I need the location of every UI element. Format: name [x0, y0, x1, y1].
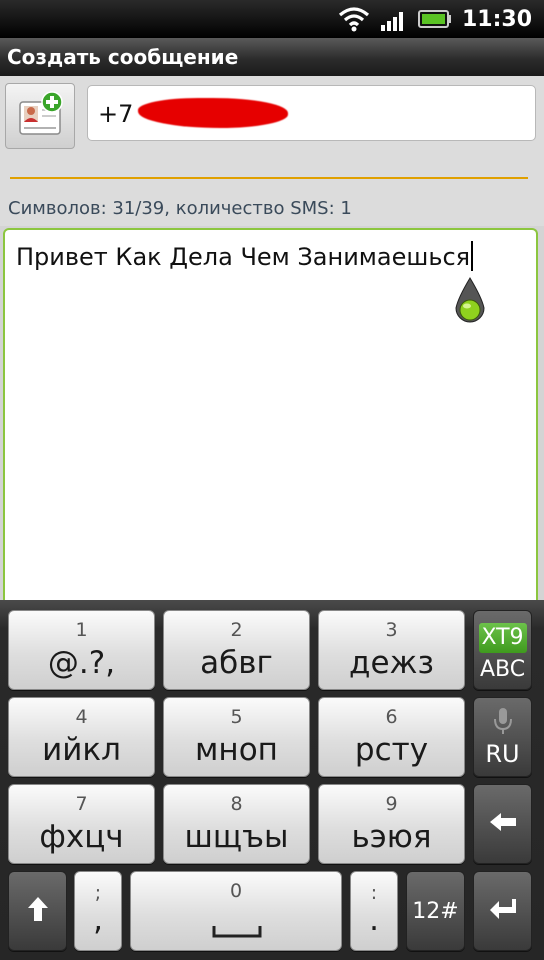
- key-3[interactable]: 3 дежз: [318, 610, 465, 690]
- clock: 11:30: [461, 6, 532, 32]
- key-number: 1: [75, 619, 88, 641]
- abc-label: ABC: [479, 656, 526, 682]
- numeric-mode-label: 12#: [412, 898, 459, 924]
- key-number: 8: [230, 793, 243, 815]
- page-title: Создать сообщение: [0, 38, 544, 76]
- key-number: 4: [75, 706, 88, 728]
- key-number: 9: [385, 793, 398, 815]
- status-bar: 11:30: [0, 0, 544, 38]
- wifi-icon: [338, 6, 370, 32]
- key-label: фхцч: [39, 819, 124, 855]
- recipient-field[interactable]: +7: [87, 85, 536, 141]
- key-number: ;: [94, 882, 102, 904]
- key-4[interactable]: 4 ийкл: [8, 697, 155, 777]
- key-label: шщъы: [184, 819, 289, 855]
- key-number: 5: [230, 706, 243, 728]
- key-label: .: [369, 902, 379, 938]
- shift-arrow-icon: [27, 895, 49, 927]
- message-input[interactable]: Привет Как Дела Чем Занимаешься: [3, 228, 538, 608]
- key-number: 7: [75, 793, 88, 815]
- key-label: ийкл: [42, 732, 121, 768]
- key-number: 6: [385, 706, 398, 728]
- backspace-button[interactable]: [473, 784, 532, 864]
- key-5[interactable]: 5 мноп: [163, 697, 310, 777]
- space-key[interactable]: 0: [130, 871, 342, 951]
- key-number: 2: [230, 619, 243, 641]
- keyboard: 1 @.?, 2 абвг 3 дежз XT9 ABC 4 ийкл 5 мн…: [0, 600, 544, 960]
- key-number: 0: [229, 880, 243, 902]
- enter-button[interactable]: [473, 871, 532, 951]
- key-8[interactable]: 8 шщъы: [163, 784, 310, 864]
- language-label: RU: [485, 740, 520, 768]
- backspace-arrow-icon: [488, 811, 518, 837]
- recipient-prefix: +7: [98, 100, 134, 128]
- key-1[interactable]: 1 @.?,: [8, 610, 155, 690]
- key-number: :: [370, 882, 378, 904]
- xt9-abc-button[interactable]: XT9 ABC: [473, 610, 532, 690]
- key-2[interactable]: 2 абвг: [163, 610, 310, 690]
- key-7[interactable]: 7 фхцч: [8, 784, 155, 864]
- message-text-line: Привет Как Дела Чем Занимаешься: [16, 241, 474, 271]
- numeric-mode-button[interactable]: 12#: [406, 871, 465, 951]
- key-label: дежз: [349, 645, 434, 681]
- key-label: @.?,: [47, 645, 116, 681]
- microphone-icon: [492, 706, 514, 740]
- enter-arrow-icon: [488, 897, 518, 925]
- key-6[interactable]: 6 рсту: [318, 697, 465, 777]
- key-9[interactable]: 9 ьэюя: [318, 784, 465, 864]
- colon-dot-key[interactable]: : .: [350, 871, 398, 951]
- text-caret: [471, 241, 474, 271]
- xt9-label: XT9: [478, 622, 527, 653]
- battery-icon: [417, 9, 452, 29]
- key-label: ьэюя: [351, 819, 432, 855]
- redacted-number: [138, 98, 288, 128]
- character-counter: Символов: 31/39, количество SMS: 1: [8, 198, 352, 219]
- signal-icon: [380, 7, 408, 31]
- key-label: рсту: [354, 732, 429, 768]
- cursor-handle-icon[interactable]: [450, 276, 490, 332]
- key-number: 3: [385, 619, 398, 641]
- semicolon-comma-key[interactable]: ; ,: [74, 871, 122, 951]
- key-label: ,: [93, 902, 103, 938]
- message-text: Привет Как Дела Чем Занимаешься: [16, 243, 471, 271]
- divider: [10, 177, 528, 179]
- compose-header: +7 Символов: 31/39, количество SMS: 1: [0, 76, 544, 226]
- add-contact-button[interactable]: [5, 83, 75, 149]
- key-label: мноп: [195, 732, 278, 768]
- key-label: абвг: [200, 645, 273, 681]
- shift-button[interactable]: [8, 871, 67, 951]
- language-button[interactable]: RU: [473, 697, 532, 777]
